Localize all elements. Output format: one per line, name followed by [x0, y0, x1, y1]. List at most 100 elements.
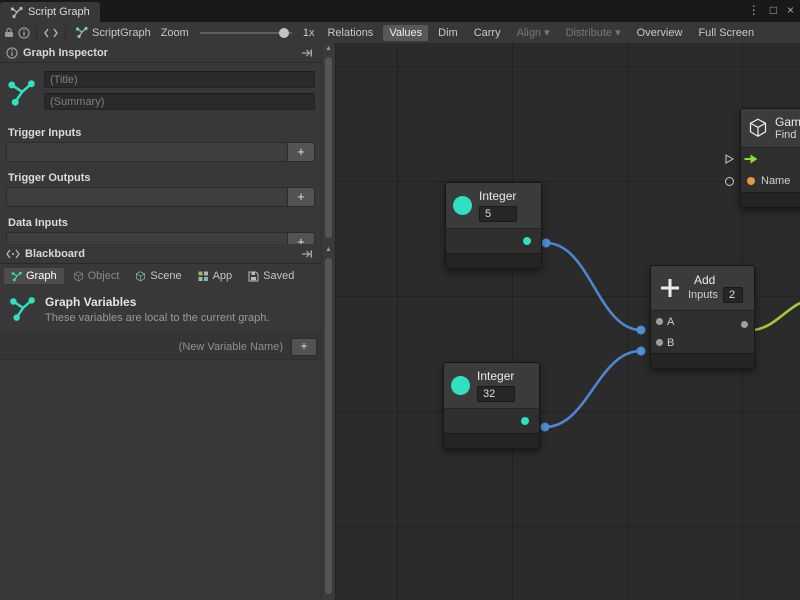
name-port-label: Name	[761, 175, 790, 187]
tab-scene-label: Scene	[150, 270, 181, 282]
find-node[interactable]: Game Find Name	[740, 108, 800, 208]
node-title: Add	[694, 273, 743, 287]
inputs-count-field[interactable]: 2	[723, 287, 743, 303]
trigger-inputs-label: Trigger Inputs	[0, 119, 335, 142]
add-node[interactable]: Add Inputs 2 A B	[650, 265, 755, 369]
tab-scene[interactable]: Scene	[128, 268, 188, 284]
lock-icon[interactable]	[4, 27, 14, 38]
full-screen-button[interactable]: Full Screen	[692, 25, 760, 41]
integer-icon	[451, 376, 470, 395]
wire-add-output[interactable]	[754, 303, 800, 330]
circle-port-icon	[725, 177, 734, 186]
inspector-scrollbar-thumb[interactable]	[325, 57, 332, 238]
cube-icon	[73, 271, 84, 282]
graph-icon	[6, 78, 36, 108]
green-arrow-icon[interactable]	[744, 154, 759, 164]
integer-node-1-header: Integer 5	[446, 183, 541, 228]
integer-value-field[interactable]: 5	[479, 206, 517, 222]
wire-integer5-to-add-a[interactable]	[546, 243, 641, 330]
graph-name-item[interactable]: ScriptGraph	[72, 26, 154, 39]
maximize-icon[interactable]: □	[770, 3, 777, 17]
tab-saved[interactable]: Saved	[241, 268, 301, 284]
triangle-port-icon	[725, 154, 734, 164]
dock-arrow-icon[interactable]	[301, 249, 313, 259]
value-input-port[interactable]	[725, 177, 734, 186]
port-b-label: B	[667, 337, 674, 349]
scroll-up-icon[interactable]: ▲	[322, 244, 335, 256]
close-icon[interactable]: ×	[787, 3, 794, 17]
inspector-scrollbar[interactable]: ▲	[321, 43, 335, 244]
integer-output-port[interactable]	[523, 237, 531, 245]
wire-endpoint[interactable]	[542, 239, 551, 248]
add-trigger-output-button[interactable]: +	[287, 188, 314, 206]
tab-app[interactable]: App	[191, 268, 240, 284]
distribute-button[interactable]: Distribute▾	[560, 24, 627, 41]
dim-button[interactable]: Dim	[432, 25, 464, 41]
trigger-inputs-list: +	[6, 142, 315, 162]
menu-icon[interactable]: ⋮	[748, 3, 760, 17]
add-node-header: Add Inputs 2	[651, 266, 754, 310]
integer-node-2[interactable]: Integer 32	[443, 362, 540, 449]
save-disk-icon	[248, 271, 259, 282]
blackboard-header: Blackboard	[0, 244, 335, 264]
node-footer	[446, 253, 541, 268]
add-variable-button[interactable]: +	[291, 338, 317, 356]
relations-button[interactable]: Relations	[321, 25, 379, 41]
graph-variables-heading: Graph Variables	[45, 295, 269, 309]
values-button[interactable]: Values	[383, 25, 428, 41]
add-output-port[interactable]	[741, 321, 748, 328]
add-node-body: A B	[651, 310, 754, 353]
align-button[interactable]: Align▾	[511, 24, 556, 41]
integer-node-2-header: Integer 32	[444, 363, 539, 408]
game-object-cube-icon	[748, 118, 768, 138]
graph-summary-input[interactable]	[44, 93, 315, 110]
blackboard-icon	[6, 249, 20, 259]
input-port-a[interactable]	[656, 318, 663, 325]
info-icon[interactable]	[18, 27, 30, 39]
carry-button[interactable]: Carry	[468, 25, 507, 41]
integer-node-1[interactable]: Integer 5	[445, 182, 542, 269]
add-trigger-input-button[interactable]: +	[287, 143, 314, 161]
scroll-up-icon[interactable]: ▲	[322, 43, 335, 55]
wire-endpoint[interactable]	[637, 347, 646, 356]
graph-icon	[11, 271, 22, 282]
dock-arrow-icon[interactable]	[301, 48, 313, 58]
control-input-port[interactable]	[725, 154, 734, 164]
data-inputs-label: Data Inputs	[0, 209, 335, 232]
node-title: Integer	[479, 189, 517, 203]
chevron-down-icon: ▾	[544, 26, 550, 39]
integer-output-port[interactable]	[521, 417, 529, 425]
zoom-slider-handle[interactable]	[279, 28, 289, 38]
graph-canvas[interactable]: Integer 5 Integer 32	[336, 43, 800, 600]
wire-endpoint[interactable]	[541, 423, 550, 432]
new-variable-input[interactable]	[4, 340, 291, 354]
tab-script-graph[interactable]: Script Graph	[0, 2, 100, 22]
blackboard-scrollbar[interactable]: ▲	[321, 244, 335, 600]
wire-integer32-to-add-b[interactable]	[545, 351, 641, 427]
input-port-b[interactable]	[656, 339, 663, 346]
sidebar: Graph Inspector Trigger Inputs + Trigger…	[0, 43, 336, 600]
tab-graph[interactable]: Graph	[4, 268, 64, 284]
graph-title-input[interactable]	[44, 71, 315, 88]
integer-value-field[interactable]: 32	[477, 386, 515, 402]
wire-endpoint[interactable]	[637, 326, 646, 335]
blackboard-scrollbar-thumb[interactable]	[325, 258, 332, 594]
name-port-dot[interactable]	[747, 177, 755, 185]
code-icon[interactable]	[43, 28, 59, 38]
graph-icon	[75, 26, 88, 39]
trigger-outputs-label: Trigger Outputs	[0, 164, 335, 187]
relations-label: Relations	[327, 27, 373, 39]
blackboard-title: Blackboard	[25, 248, 85, 260]
toolbar-separator	[36, 26, 37, 40]
toolbar-separator	[65, 26, 66, 40]
name-port-row: Name	[741, 170, 800, 192]
overview-button[interactable]: Overview	[631, 25, 689, 41]
zoom-slider[interactable]	[200, 32, 292, 34]
port-a-label: A	[667, 316, 674, 328]
window-tab-bar: Script Graph ⋮ □ ×	[0, 0, 800, 22]
control-port-row	[741, 148, 800, 170]
find-node-header: Game Find	[741, 109, 800, 147]
tab-object[interactable]: Object	[66, 268, 127, 284]
tab-graph-label: Graph	[26, 270, 57, 282]
integer-node-2-body	[444, 408, 539, 433]
